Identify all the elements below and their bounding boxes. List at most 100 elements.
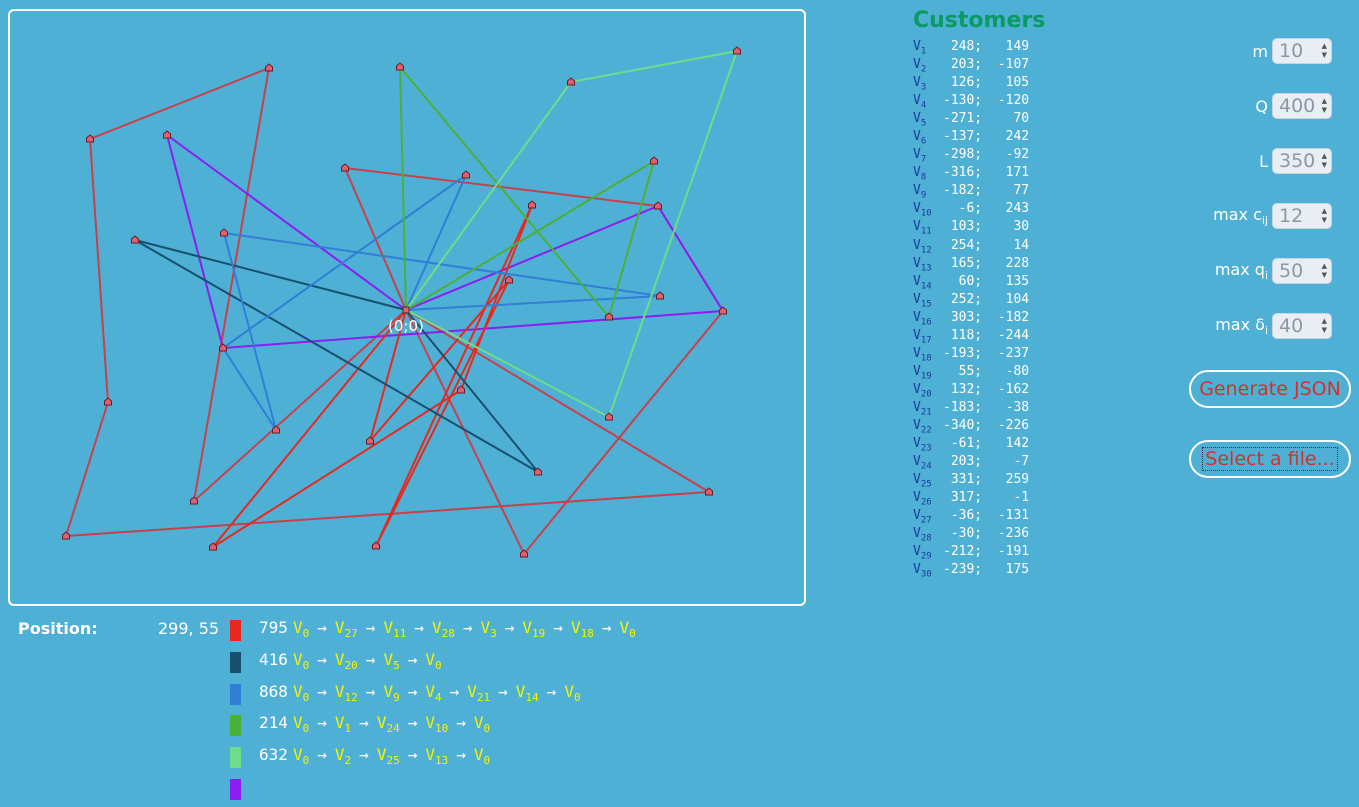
customer-row: V6 -137; 242 — [913, 129, 1030, 147]
route-row[interactable]: 416 V0 → V20 → V5 → V0 — [230, 648, 636, 680]
select-file-button[interactable]: Select a file... — [1189, 440, 1351, 478]
customer-row: V13 165; 228 — [913, 255, 1030, 274]
route-edge — [399, 66, 407, 311]
route-color-swatch — [230, 778, 241, 800]
route-edge — [166, 134, 407, 311]
customer-row: V14 60; 135 — [913, 273, 1030, 292]
param-number-input[interactable]: 10 ▲ ▼ — [1272, 38, 1332, 64]
customer-node-icon[interactable] — [605, 412, 613, 421]
customer-node-icon[interactable] — [131, 235, 139, 244]
customer-row: V21 -183; -38 — [913, 399, 1030, 418]
route-edge — [570, 50, 738, 83]
param-number-input[interactable]: 400 ▲ ▼ — [1272, 93, 1332, 119]
param-number-input[interactable]: 50 ▲ ▼ — [1272, 258, 1332, 284]
customer-node-icon[interactable] — [220, 228, 228, 237]
route-cost: 416 — [259, 649, 288, 669]
param-number-input[interactable]: 350 ▲ ▼ — [1272, 148, 1332, 174]
customer-node-icon[interactable] — [567, 77, 575, 86]
spinner-arrows-icon[interactable]: ▲ ▼ — [1322, 317, 1327, 335]
param-number-input[interactable]: 40 ▲ ▼ — [1272, 313, 1332, 339]
param-label: max cij — [1213, 204, 1268, 228]
route-edge — [65, 401, 109, 537]
customer-row: V18 -193; -237 — [913, 345, 1030, 364]
position-label: Position: — [18, 619, 98, 638]
customer-node-icon[interactable] — [462, 170, 470, 179]
customer-node-icon[interactable] — [705, 487, 713, 496]
param-row: max cij 12 ▲ ▼ — [1213, 203, 1332, 229]
spinner-arrows-icon[interactable]: ▲ ▼ — [1322, 42, 1327, 60]
position-value: 299, 55 — [158, 619, 220, 638]
route-edge — [405, 309, 710, 493]
customer-node-icon[interactable] — [457, 385, 465, 394]
route-edge — [166, 134, 224, 349]
param-label: Q — [1255, 96, 1268, 116]
customer-row: V12 254; 14 — [913, 237, 1030, 256]
route-edge — [212, 309, 407, 548]
customer-row: V10 -6; 243 — [913, 201, 1030, 220]
spinner-arrows-icon[interactable]: ▲ ▼ — [1322, 97, 1327, 115]
route-edge — [608, 50, 738, 418]
customer-row: V26 317; -1 — [913, 490, 1030, 508]
customer-node-icon[interactable] — [528, 200, 536, 209]
spinner-arrows-icon[interactable]: ▲ ▼ — [1322, 152, 1327, 170]
param-number-input[interactable]: 12 ▲ ▼ — [1272, 203, 1332, 229]
customer-node-icon[interactable] — [656, 291, 664, 300]
route-row[interactable]: 868 V0 → V12 → V9 → V4 → V21 → V14 → V0 — [230, 680, 636, 712]
customer-node-icon[interactable] — [62, 531, 70, 540]
customer-row: V17 118; -244 — [913, 327, 1030, 346]
route-edge — [134, 239, 539, 473]
route-canvas[interactable]: (0;0) — [8, 9, 806, 606]
route-edge — [65, 491, 710, 537]
route-row[interactable] — [230, 775, 636, 807]
route-cost: 868 — [259, 681, 288, 701]
route-edge — [212, 389, 462, 548]
route-edge — [375, 204, 533, 547]
route-row[interactable]: 795 V0 → V27 → V11 → V28 → V3 → V19 → V18 → V0 — [230, 616, 636, 648]
customers-title: Customers — [913, 8, 1046, 33]
customer-row: V19 55; -80 — [913, 363, 1030, 382]
customer-node-icon[interactable] — [341, 163, 349, 172]
route-path: V0 → V27 → V11 → V28 → V3 → V19 → V18 → V0 — [293, 618, 636, 641]
route-path: V0 → V12 → V9 → V4 → V21 → V14 → V0 — [293, 681, 581, 704]
route-row[interactable]: 632 V0 → V2 → V25 → V13 → V0 — [230, 743, 636, 775]
customer-row: V20 132; -162 — [913, 381, 1030, 400]
customer-node-icon[interactable] — [104, 397, 112, 406]
customer-node-icon[interactable] — [733, 46, 741, 55]
param-row: m 10 ▲ ▼ — [1252, 38, 1332, 64]
route-edge — [399, 66, 610, 318]
customer-node-icon[interactable] — [396, 62, 404, 71]
customer-node-icon[interactable] — [86, 134, 94, 143]
generate-json-button[interactable]: Generate JSON — [1189, 370, 1351, 408]
customer-list: V1 248; 149 V2 203; -107 V3 126; 105 V4 -130… — [913, 38, 1030, 580]
spinner-arrows-icon[interactable]: ▲ ▼ — [1322, 207, 1327, 225]
customer-row: V5 -271; 70 — [913, 111, 1030, 129]
routes-list: 795 V0 → V27 → V11 → V28 → V3 → V19 → V18 → V0 416 V0 → V20… — [230, 616, 636, 807]
route-edge — [193, 309, 407, 502]
customer-row: V1 248; 149 — [913, 39, 1030, 57]
customer-row: V2 203; -107 — [913, 57, 1030, 75]
route-cost: 214 — [259, 713, 288, 733]
spinner-arrows-icon[interactable]: ▲ ▼ — [1322, 262, 1327, 280]
route-edge — [222, 310, 724, 349]
customer-node-icon[interactable] — [163, 130, 171, 139]
route-path: V0 → V20 → V5 → V0 — [293, 649, 442, 672]
customer-row: V8 -316; 171 — [913, 165, 1030, 183]
customer-row: V27 -36; -131 — [913, 508, 1030, 526]
param-row: max qi 50 ▲ ▼ — [1215, 258, 1332, 284]
customer-node-icon[interactable] — [505, 275, 513, 284]
route-map[interactable]: (0;0) — [10, 11, 806, 606]
customer-node-icon[interactable] — [650, 156, 658, 165]
customer-node-icon[interactable] — [654, 201, 662, 210]
customer-node-icon[interactable] — [265, 63, 273, 72]
route-color-swatch — [230, 715, 241, 737]
param-label: m — [1252, 41, 1268, 61]
route-row[interactable]: 214 V0 → V1 → V24 → V10 → V0 — [230, 711, 636, 743]
route-edge — [89, 67, 270, 140]
route-color-swatch — [230, 620, 241, 641]
customer-row: V28 -30; -236 — [913, 526, 1030, 544]
route-edge — [223, 232, 277, 431]
route-edge — [523, 310, 724, 555]
depot-node-icon[interactable] — [402, 306, 410, 314]
route-edge — [193, 67, 270, 502]
route-cost: 632 — [259, 745, 288, 765]
